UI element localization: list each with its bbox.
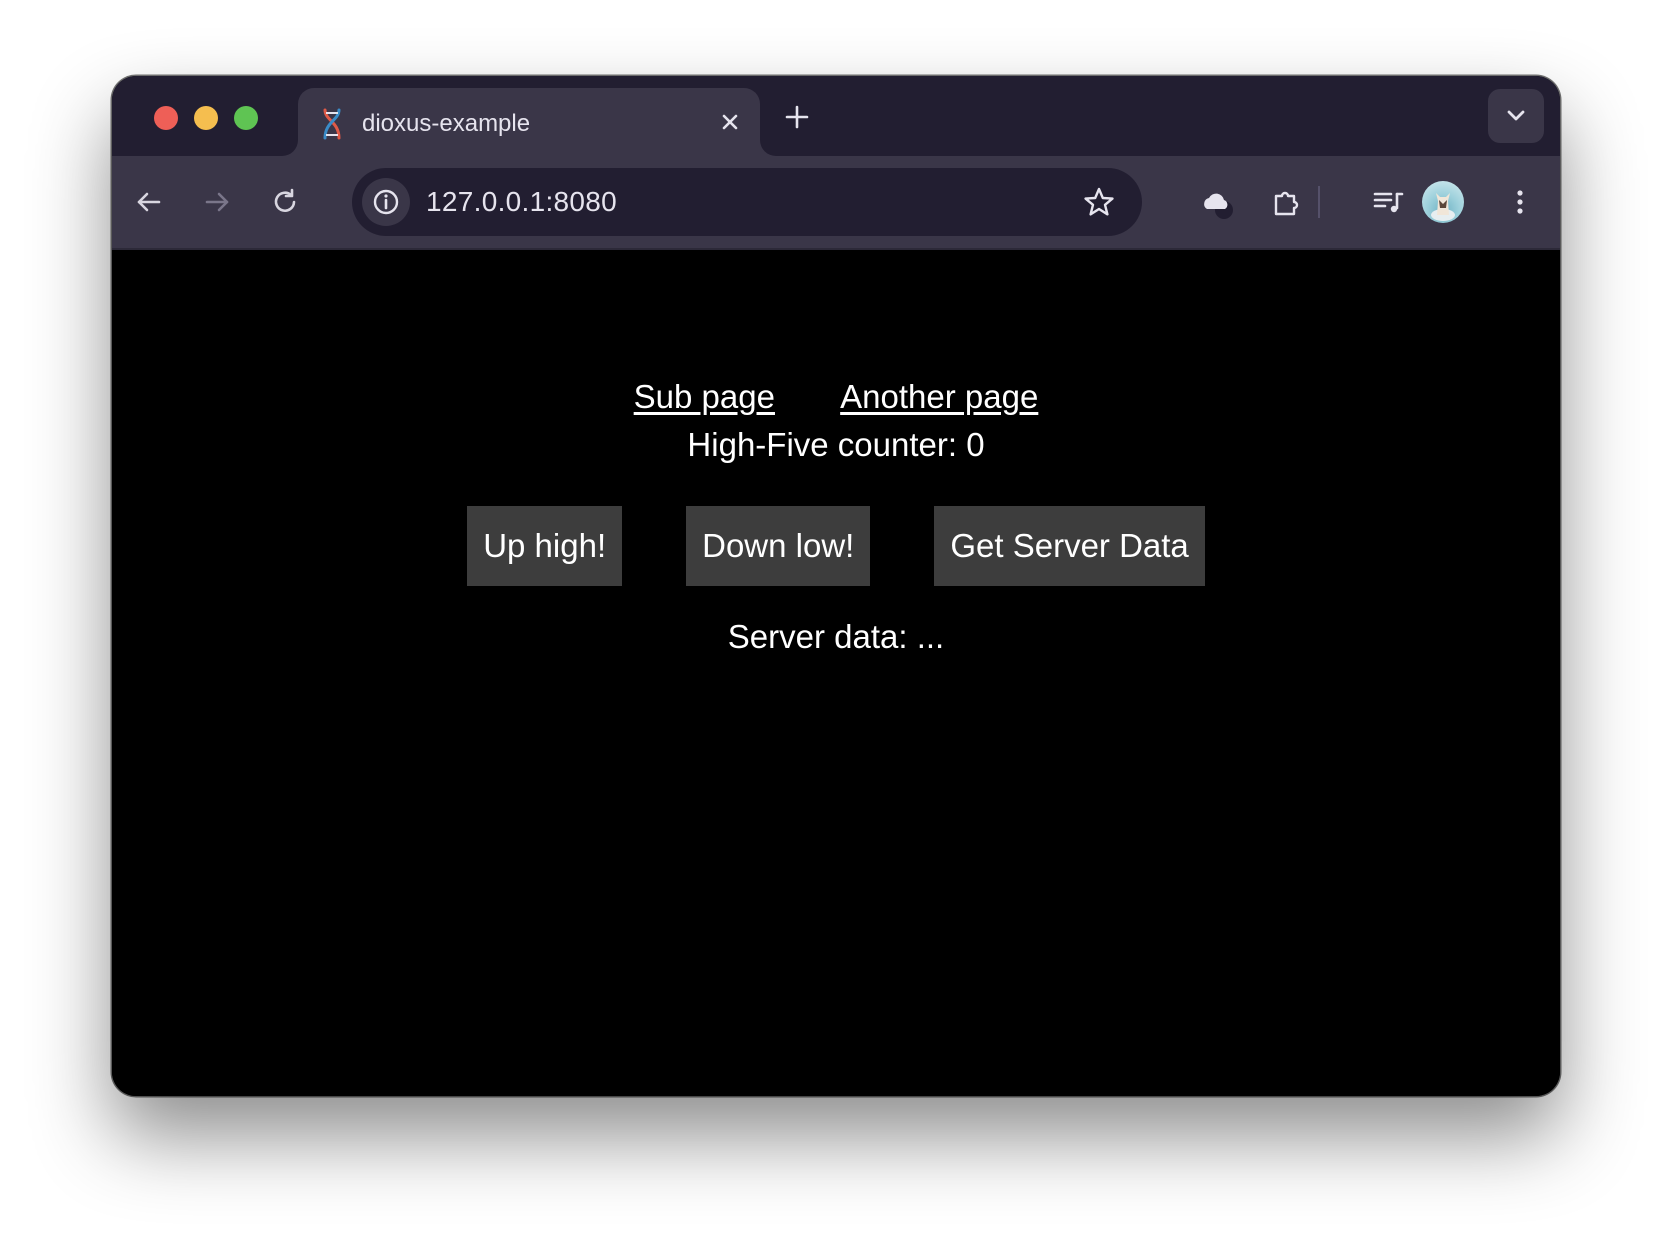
tab-search-button[interactable] bbox=[1488, 89, 1544, 143]
profile-avatar[interactable] bbox=[1422, 181, 1464, 223]
cat-avatar-icon bbox=[1431, 193, 1455, 221]
star-icon[interactable] bbox=[1082, 185, 1116, 219]
info-icon bbox=[373, 189, 399, 215]
dioxus-logo-icon bbox=[323, 108, 341, 140]
tab-title: dioxus-example bbox=[362, 110, 531, 137]
page-content: Sub page Another page High-Five counter:… bbox=[112, 250, 1560, 1096]
site-info-button[interactable] bbox=[362, 178, 410, 226]
toolbar: 127.0.0.1:8080 bbox=[112, 156, 1560, 250]
url-text[interactable]: 127.0.0.1:8080 bbox=[426, 186, 617, 218]
reload-icon[interactable] bbox=[268, 185, 302, 219]
puzzle-icon[interactable] bbox=[1268, 184, 1304, 220]
kebab-menu-icon[interactable] bbox=[1502, 184, 1538, 220]
down-low-button[interactable]: Down low! bbox=[686, 506, 871, 586]
up-high-button[interactable]: Up high! bbox=[467, 506, 623, 586]
chevron-down-icon bbox=[1507, 110, 1525, 121]
nav-links: Sub page Another page bbox=[112, 378, 1560, 416]
close-window-button[interactable] bbox=[154, 106, 178, 130]
high-five-counter: High-Five counter: 0 bbox=[687, 426, 985, 463]
server-data-text: Server data: ... bbox=[727, 618, 945, 655]
browser-tab[interactable]: dioxus-example bbox=[298, 88, 760, 156]
close-icon[interactable] bbox=[716, 108, 744, 136]
get-server-data-button[interactable]: Get Server Data bbox=[934, 506, 1205, 586]
another-page-link[interactable]: Another page bbox=[840, 378, 1038, 415]
cloud-icon[interactable] bbox=[1198, 184, 1234, 220]
media-queue-icon[interactable] bbox=[1370, 184, 1406, 220]
plus-icon[interactable] bbox=[782, 102, 812, 132]
sub-page-link[interactable]: Sub page bbox=[634, 378, 775, 415]
address-bar[interactable]: 127.0.0.1:8080 bbox=[352, 168, 1142, 236]
zoom-window-button[interactable] bbox=[234, 106, 258, 130]
minimize-window-button[interactable] bbox=[194, 106, 218, 130]
arrow-left-icon[interactable] bbox=[132, 185, 166, 219]
toolbar-divider bbox=[1318, 186, 1320, 218]
browser-window: dioxus-example 127.0.0.1:8080 Sub page A… bbox=[112, 76, 1560, 1096]
tab-strip: dioxus-example bbox=[112, 76, 1560, 156]
arrow-right-icon[interactable] bbox=[200, 185, 234, 219]
button-row: Up high! Down low! Get Server Data bbox=[112, 506, 1560, 586]
